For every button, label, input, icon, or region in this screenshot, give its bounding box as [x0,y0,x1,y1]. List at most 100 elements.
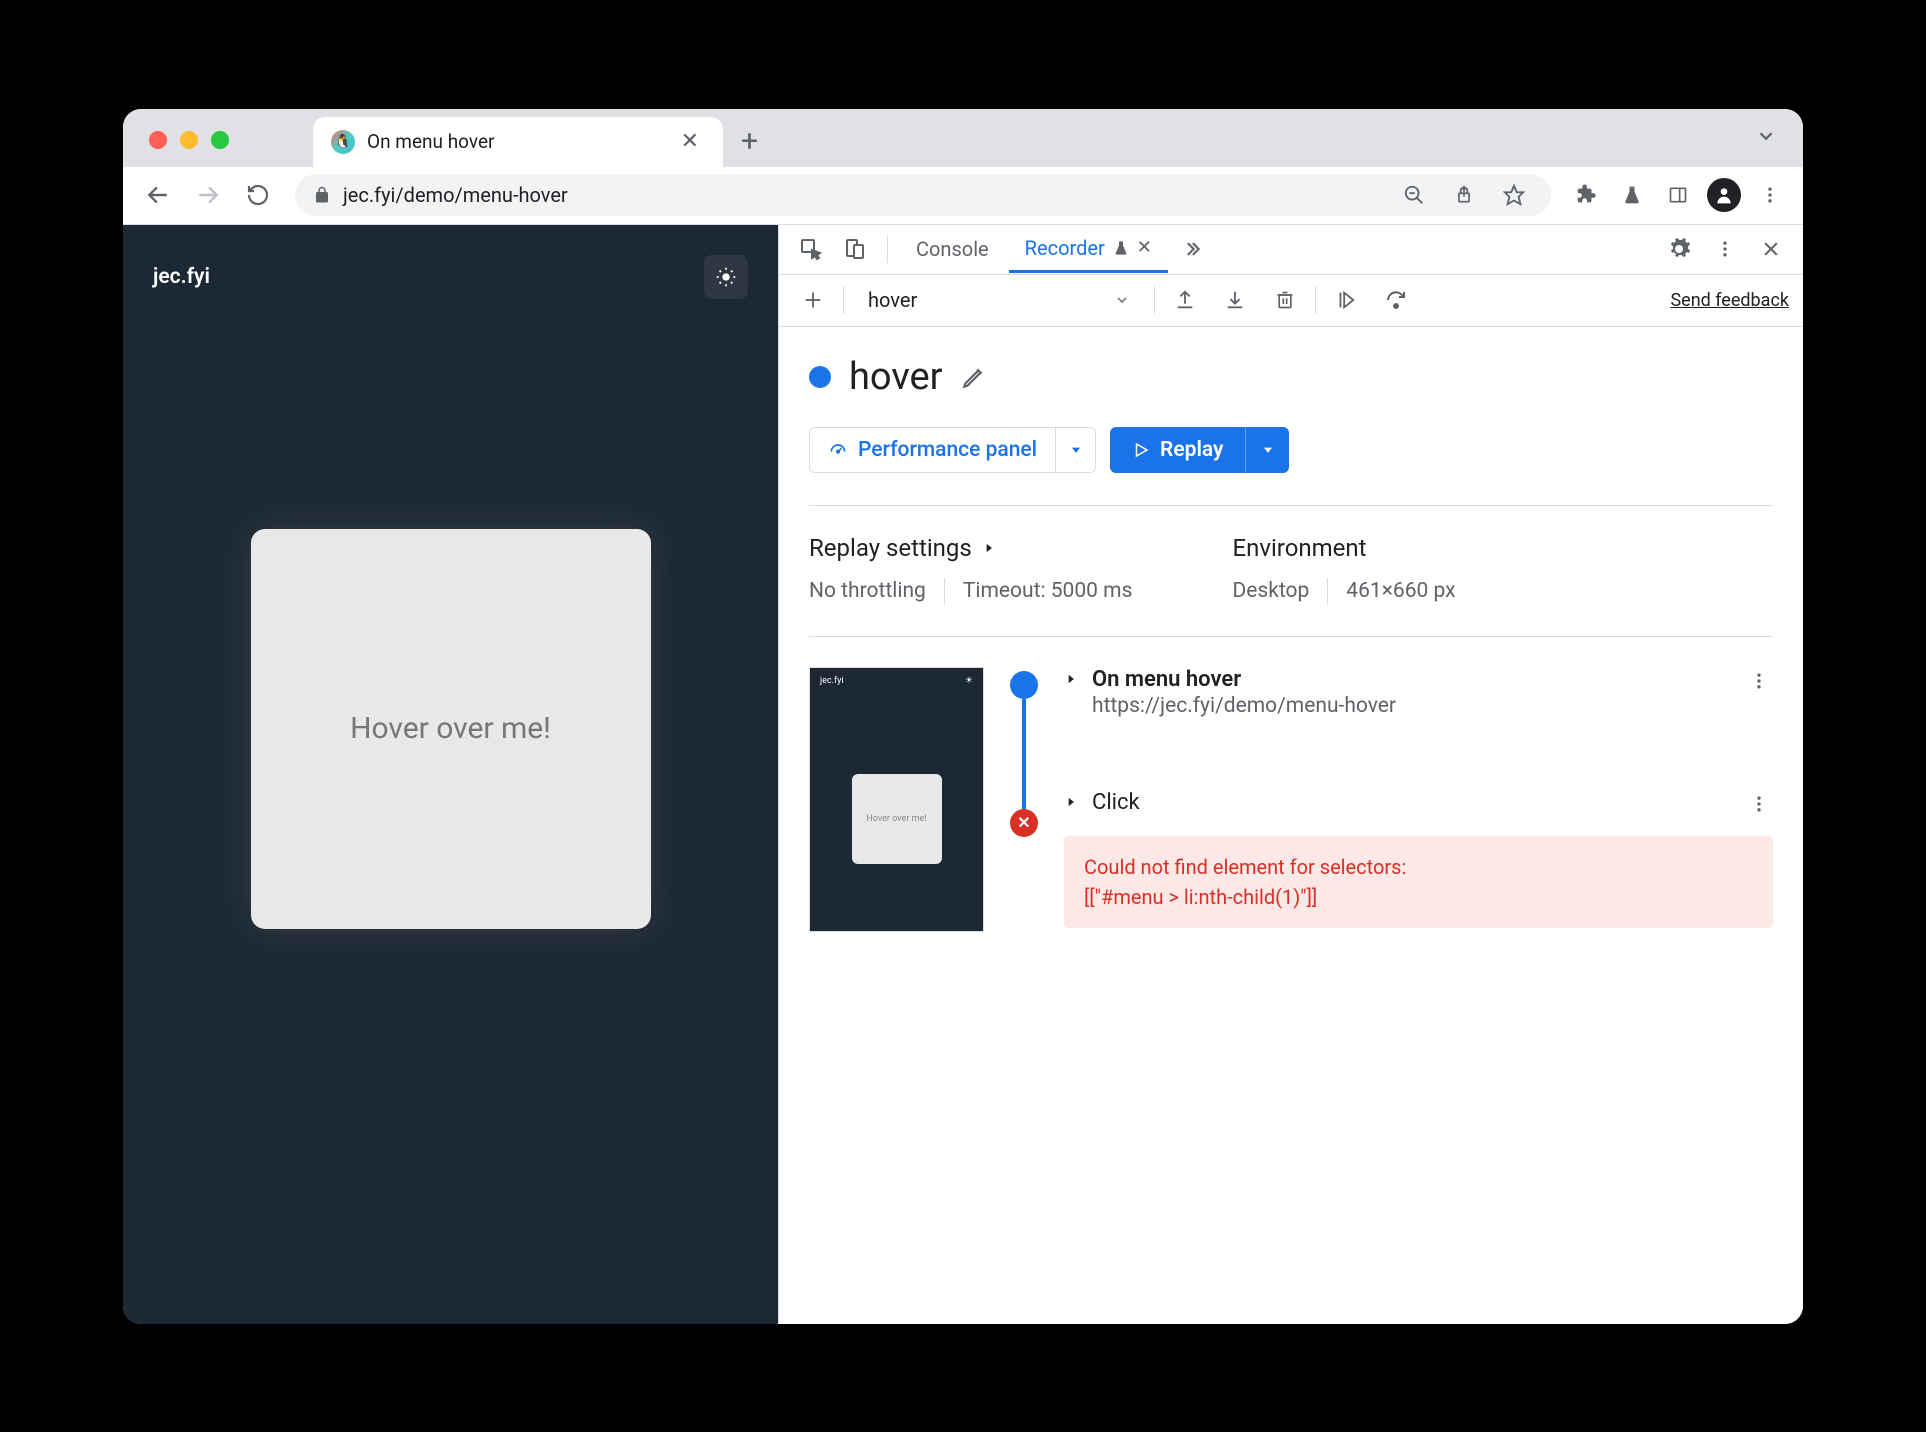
profile-button[interactable] [1705,176,1743,214]
timeline-dot-start [1010,671,1038,699]
performance-panel-label: Performance panel [858,438,1037,462]
performance-panel-button[interactable]: Performance panel [809,427,1096,473]
window-maximize-button[interactable] [211,131,229,149]
gear-icon [1667,237,1691,261]
environment-values: Desktop 461×660 px [1232,578,1455,604]
tabs-dropdown-button[interactable] [1755,125,1777,147]
tab-recorder-label: Recorder [1025,236,1105,260]
thumb-site-name: jec.fyi [820,676,844,686]
browser-window: 🐧 On menu hover ✕ + jec.fyi/demo/menu-ho… [123,109,1803,1324]
sun-icon [715,266,737,288]
devtools-settings-button[interactable] [1659,229,1699,269]
step-thumbnail[interactable]: jec.fyi ☀ Hover over me! [809,667,984,932]
forward-button[interactable] [187,174,229,216]
error-message-box: Could not find element for selectors: [[… [1064,836,1773,928]
export-button[interactable] [1165,280,1205,320]
new-recording-button[interactable] [793,280,833,320]
side-panel-icon[interactable] [1659,176,1697,214]
step-menu-button[interactable] [1745,667,1773,695]
replay-button[interactable]: Replay [1110,427,1289,473]
devtools-panel: Console Recorder ✕ [778,225,1803,1324]
gauge-icon [828,440,848,460]
step-menu-button[interactable] [1745,790,1773,818]
delete-recording-button[interactable] [1265,280,1305,320]
hover-card[interactable]: Hover over me! [251,529,651,929]
tab-recorder[interactable]: Recorder ✕ [1009,225,1168,273]
recorder-toolbar: hover Sen [779,275,1803,327]
browser-tab[interactable]: 🐧 On menu hover ✕ [313,117,723,167]
profile-avatar-icon [1707,178,1741,212]
zoom-out-icon[interactable] [1395,176,1433,214]
lock-icon [313,186,331,204]
continue-button[interactable] [1326,280,1366,320]
theme-toggle-button[interactable] [704,255,748,299]
chevron-down-icon [1114,292,1130,308]
tab-strip: 🐧 On menu hover ✕ + [123,109,1803,167]
step-row[interactable]: Click [1064,790,1773,818]
browser-toolbar: jec.fyi/demo/menu-hover [123,167,1803,225]
error-text-line2: [["#menu > li:nth-child(1)"]] [1084,882,1753,912]
caret-right-icon [1064,795,1078,809]
timeout-value: Timeout: 5000 ms [963,579,1133,603]
chrome-menu-button[interactable] [1751,176,1789,214]
throttling-value: No throttling [809,579,926,603]
edit-title-button[interactable] [961,364,987,390]
step-row[interactable]: On menu hover https://jec.fyi/demo/menu-… [1064,667,1773,718]
environment-heading: Environment [1232,534,1455,562]
divider [1154,286,1155,314]
more-tabs-button[interactable] [1172,229,1212,269]
back-button[interactable] [137,174,179,216]
divider [887,235,888,263]
tab-console[interactable]: Console [900,225,1005,273]
caret-right-icon [982,541,996,555]
thumb-theme-icon: ☀ [965,676,973,686]
tab-close-icon[interactable]: ✕ [1137,237,1152,258]
url-text: jec.fyi/demo/menu-hover [343,183,1383,207]
flask-icon [1113,240,1129,256]
bookmark-star-icon[interactable] [1495,176,1533,214]
timeline-line [1022,699,1026,809]
steps-section: jec.fyi ☀ Hover over me! ✕ [809,636,1773,932]
error-text-line1: Could not find element for selectors: [1084,852,1753,882]
share-icon[interactable] [1445,176,1483,214]
step-over-button[interactable] [1376,280,1416,320]
inspect-element-button[interactable] [791,229,831,269]
tab-console-label: Console [916,237,989,261]
replay-settings-values: No throttling Timeout: 5000 ms [809,578,1132,604]
extensions-icon[interactable] [1567,176,1605,214]
page-preview: jec.fyi Hover over me! [123,225,778,1324]
timeline-dot-error: ✕ [1010,809,1038,837]
environment-column: Environment Desktop 461×660 px [1232,534,1455,604]
replay-dropdown[interactable] [1245,427,1289,473]
device-toolbar-button[interactable] [835,229,875,269]
devtools-tab-bar: Console Recorder ✕ [779,225,1803,275]
labs-flask-icon[interactable] [1613,176,1651,214]
reload-button[interactable] [237,174,279,216]
devtools-close-button[interactable] [1751,229,1791,269]
site-name: jec.fyi [153,265,210,289]
play-icon [1132,441,1150,459]
content-area: jec.fyi Hover over me! Co [123,225,1803,1324]
step-timeline: ✕ [1008,667,1040,932]
address-bar[interactable]: jec.fyi/demo/menu-hover [295,174,1551,216]
divider [944,578,945,604]
replay-settings-heading[interactable]: Replay settings [809,534,1132,562]
divider [1327,578,1328,604]
viewport-value: 461×660 px [1346,579,1455,603]
window-minimize-button[interactable] [180,131,198,149]
replay-settings-column: Replay settings No throttling Timeout: 5… [809,534,1132,604]
performance-panel-dropdown[interactable] [1055,428,1095,472]
window-close-button[interactable] [149,131,167,149]
tab-title: On menu hover [367,130,663,153]
device-value: Desktop [1232,579,1309,603]
recorder-body: hover Performance panel [779,327,1803,1324]
devtools-menu-button[interactable] [1705,229,1745,269]
new-tab-button[interactable]: + [723,117,776,167]
import-button[interactable] [1215,280,1255,320]
page-header: jec.fyi [153,255,748,299]
recording-select[interactable]: hover [854,282,1144,318]
divider [843,286,844,314]
traffic-lights [149,131,229,149]
tab-close-button[interactable]: ✕ [675,127,705,156]
send-feedback-link[interactable]: Send feedback [1670,290,1789,311]
